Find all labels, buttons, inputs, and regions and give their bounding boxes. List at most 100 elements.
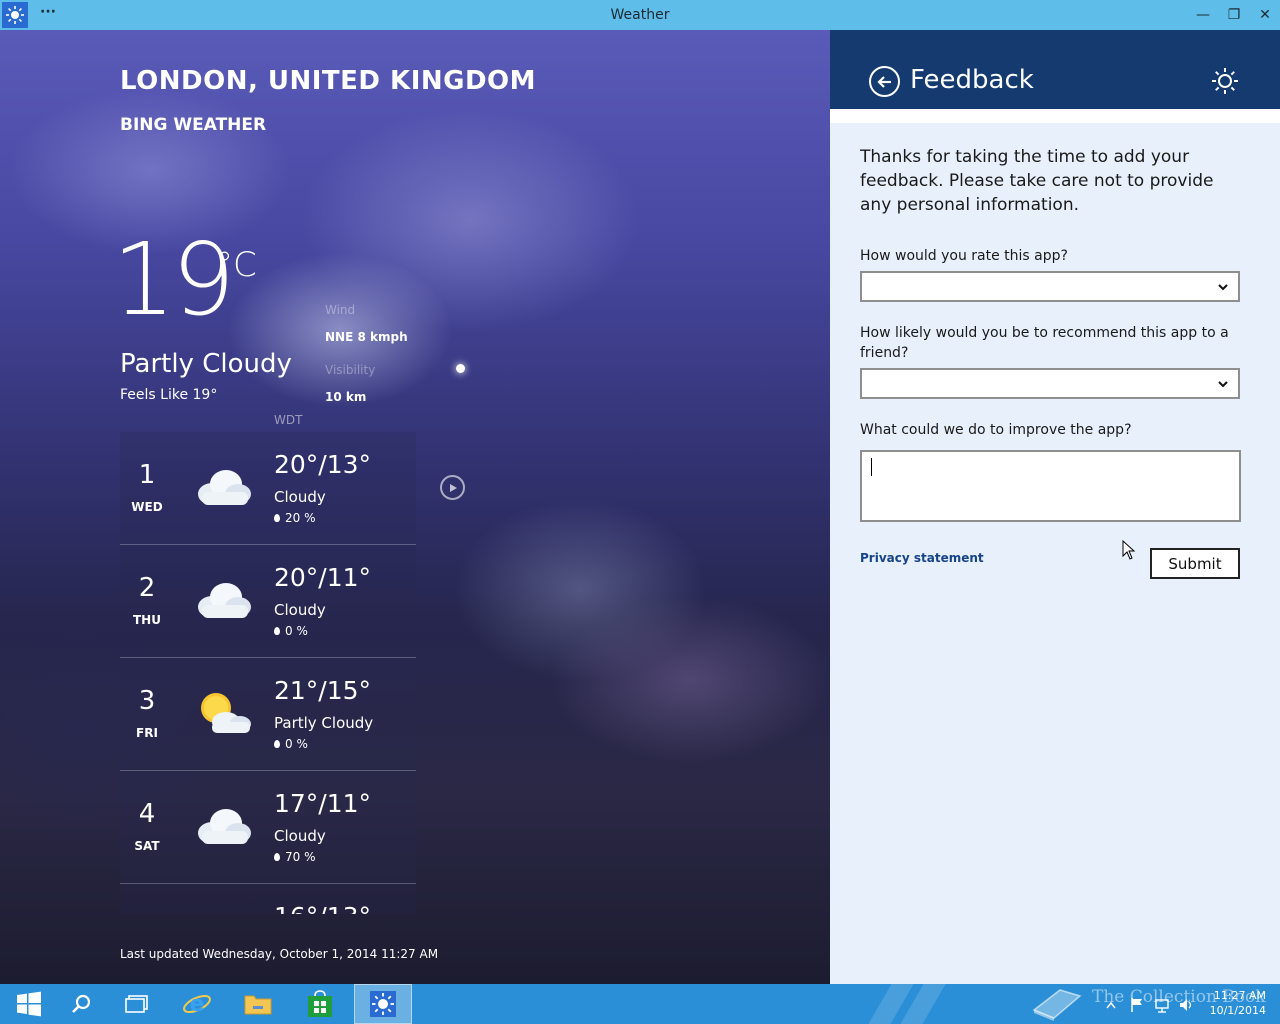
flag-icon[interactable] [1130,997,1144,1013]
feels-like: Feels Like 19° [120,387,218,403]
forecast-day-number: 3 [138,686,156,716]
start-button[interactable] [0,984,58,1024]
cloudy-icon [198,809,251,844]
forecast-day[interactable]: 3 FRI 21°/15° Partly Cloudy 0 % [120,658,416,771]
forecast-condition: Cloudy [274,827,326,845]
rate-question: How would you rate this app? [860,248,1068,264]
header-divider [830,109,1280,123]
network-icon[interactable] [1154,997,1170,1013]
forecast-day-name: WED [131,500,163,514]
forecast-day-name: FRI [136,726,158,740]
forecast-condition: Cloudy [274,488,326,506]
show-hidden-icons-icon[interactable] [1106,1001,1116,1009]
feedback-flyout: Feedback Thanks for taking the time to a… [830,30,1280,984]
taskbar: e The Collection Book 11:27 AM 10/1/2014 [0,984,1280,1024]
improve-question: What could we do to improve the app? [860,422,1132,438]
forecast-day[interactable]: 1 WED 20°/13° Cloudy 20 % [120,432,416,545]
internet-explorer-icon: e [183,992,211,1017]
task-view-icon [125,995,148,1013]
window-titlebar: ··· Weather — ❐ ✕ [0,0,1280,30]
back-arrow-icon [876,75,891,88]
forecast-day-number: 1 [138,460,156,490]
forecast-precip-value: 0 % [285,624,308,638]
weather-sun-icon [370,991,396,1017]
recommend-question: How likely would you be to recommend thi… [860,325,1229,361]
internet-explorer-button[interactable]: e [168,984,226,1024]
temperature-unit[interactable]: °C [216,245,257,285]
forecast-day-name: THU [133,613,161,627]
visibility-value: 10 km [325,390,367,404]
search-icon [72,994,91,1013]
rate-select[interactable] [860,271,1240,302]
forecast-precip: 70 % [274,850,316,864]
text-caret [871,458,872,476]
back-button[interactable] [869,66,900,97]
sun-glow [456,364,465,373]
forecast-day-number: 2 [138,573,156,603]
forecast-precip-value: 70 % [285,850,316,864]
forecast-hilo: 21°/15° [274,676,372,705]
forecast-hilo: 20°/11° [274,563,372,592]
folder-icon [244,995,272,1015]
chevron-down-icon [1218,284,1228,291]
store-bag-icon [308,990,332,1017]
forecast-precip-value: 20 % [285,511,316,525]
clock-date: 10/1/2014 [1209,1004,1266,1017]
raindrop-icon [274,514,280,522]
close-button[interactable]: ✕ [1250,0,1280,30]
privacy-link[interactable]: Privacy statement [860,551,984,565]
weather-panel: LONDON, UNITED KINGDOM BING WEATHER 19 °… [0,30,830,984]
raindrop-icon [274,853,280,861]
restore-button[interactable]: ❐ [1219,0,1249,30]
book-watermark-icon [1032,989,1082,1021]
wind-value: NNE 8 kmph [325,330,408,344]
mouse-pointer-icon [1122,540,1136,560]
weather-sun-icon [1212,68,1238,94]
volume-icon[interactable] [1178,997,1194,1013]
task-view-button[interactable] [108,984,166,1024]
cloudy-icon [198,470,251,505]
forecast-hilo: 17°/11° [274,789,372,818]
store-button[interactable] [291,984,349,1024]
forecast-precip: 0 % [274,737,308,751]
flyout-title: Feedback [910,65,1034,95]
windows-logo-icon [17,991,41,1017]
raindrop-icon [274,740,280,748]
svg-text:e: e [190,992,205,1017]
visibility-label: Visibility [325,363,376,377]
forecast-condition: Cloudy [274,601,326,619]
submit-button[interactable]: Submit [1150,548,1240,579]
file-explorer-button[interactable] [229,984,287,1024]
forecast-day[interactable]: 16°/13° [120,884,416,914]
forecast-condition: Partly Cloudy [274,714,374,732]
last-updated: Last updated Wednesday, October 1, 2014 … [120,947,439,961]
clock-time: 11:27 AM [1213,989,1266,1002]
forecast-precip-value: 0 % [285,737,308,751]
minimize-button[interactable]: — [1188,0,1218,30]
forecast-day-name: SAT [134,839,160,853]
current-temperature: 19 [112,221,235,338]
raindrop-icon [274,627,280,635]
forecast-list: 1 WED 20°/13° Cloudy 20 % 2 THU 20°/11° … [120,432,416,914]
feedback-intro: Thanks for taking the time to add your f… [860,147,1214,215]
forecast-day-number: 4 [138,799,156,829]
forecast-day[interactable]: 2 THU 20°/11° Cloudy 0 % [120,545,416,658]
forecast-precip: 20 % [274,511,316,525]
weather-taskbar-button[interactable] [354,984,412,1024]
taskbar-clock[interactable]: 11:27 AM 10/1/2014 [1208,988,1266,1018]
provider-name: BING WEATHER [120,115,267,135]
forecast-day[interactable]: 4 SAT 17°/11° Cloudy 70 % [120,771,416,884]
city-name[interactable]: LONDON, UNITED KINGDOM [120,66,536,96]
search-button[interactable] [52,984,110,1024]
chevron-down-icon [1218,381,1228,388]
data-source: WDT [274,413,303,427]
play-icon [449,483,457,492]
current-condition: Partly Cloudy [120,349,292,379]
flyout-header: Feedback [830,30,1280,109]
cloudy-icon [198,583,251,618]
improve-textarea[interactable] [860,450,1241,522]
play-forecast-button[interactable] [440,475,465,500]
wind-label: Wind [325,303,356,317]
recommend-select[interactable] [860,368,1240,399]
forecast-precip: 0 % [274,624,308,638]
